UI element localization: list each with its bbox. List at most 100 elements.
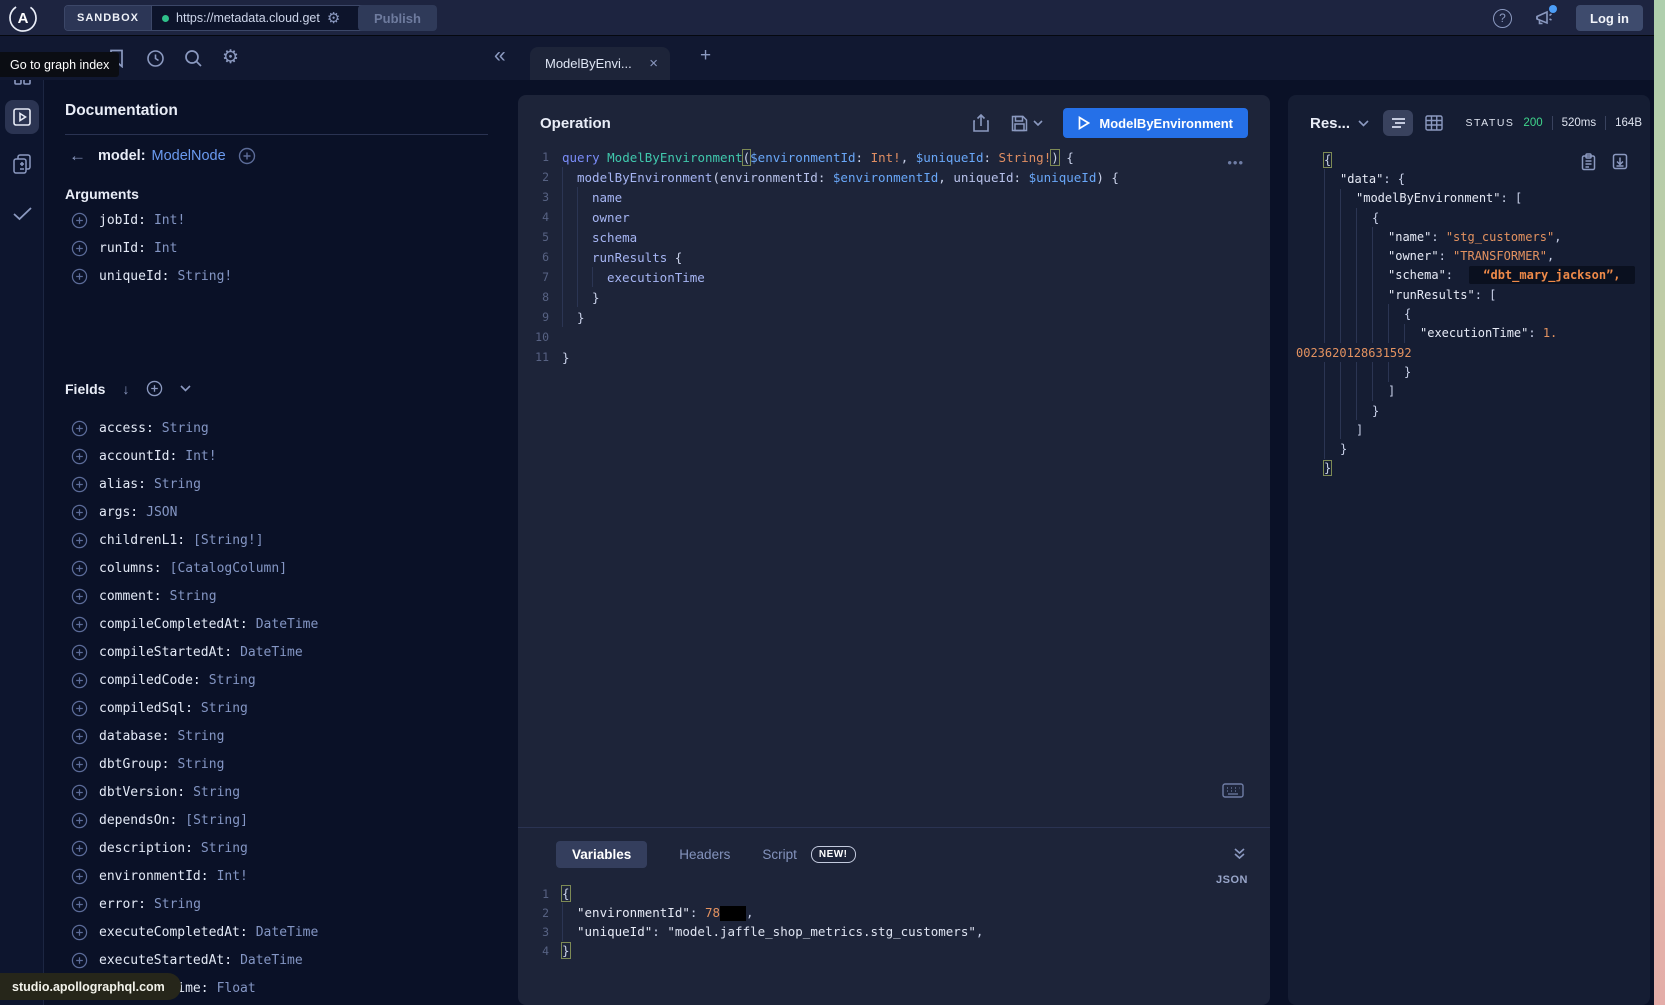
- field-type[interactable]: String: [162, 421, 209, 436]
- field-type[interactable]: JSON: [146, 505, 177, 520]
- field-row[interactable]: compiledSql:String: [45, 694, 505, 722]
- new-tab-icon[interactable]: +: [700, 45, 711, 67]
- field-type[interactable]: DateTime: [256, 617, 319, 632]
- argument-row[interactable]: uniqueId:String!: [45, 262, 505, 290]
- field-type[interactable]: String: [177, 757, 224, 772]
- field-type[interactable]: DateTime: [256, 925, 319, 940]
- add-field-icon[interactable]: [71, 212, 88, 229]
- field-type[interactable]: Int!: [154, 213, 185, 228]
- fields-options-chevron-icon[interactable]: [180, 385, 191, 392]
- field-row[interactable]: dependsOn:[String]: [45, 806, 505, 834]
- field-type[interactable]: Int: [154, 241, 177, 256]
- field-row[interactable]: compileCompletedAt:DateTime: [45, 610, 505, 638]
- tab-headers[interactable]: Headers: [679, 841, 730, 868]
- add-fields-icon[interactable]: [146, 380, 163, 397]
- field-row[interactable]: accountId:Int!: [45, 442, 505, 470]
- field-type[interactable]: String: [170, 589, 217, 604]
- add-field-icon[interactable]: [71, 896, 88, 913]
- tree-view-toggle-icon[interactable]: [1383, 110, 1413, 136]
- endpoint-url-value[interactable]: https://metadata.cloud.get: [176, 11, 320, 25]
- field-row[interactable]: database:String: [45, 722, 505, 750]
- save-operation-icon[interactable]: [1011, 115, 1028, 132]
- collapse-docs-panel-icon[interactable]: «: [494, 44, 506, 68]
- publish-button[interactable]: Publish: [358, 5, 437, 31]
- add-field-icon[interactable]: [71, 420, 88, 437]
- announcements-icon[interactable]: [1534, 9, 1554, 27]
- field-type[interactable]: String: [193, 785, 240, 800]
- table-view-toggle-icon[interactable]: [1425, 115, 1443, 131]
- apollo-logo[interactable]: A: [8, 3, 38, 33]
- operation-tab[interactable]: ModelByEnvi... ×: [530, 47, 670, 80]
- sidebar-item-checks[interactable]: [12, 206, 33, 221]
- add-field-icon[interactable]: [71, 700, 88, 717]
- sort-fields-icon[interactable]: ↓: [122, 381, 129, 397]
- back-arrow-icon[interactable]: ←: [69, 146, 86, 166]
- share-operation-icon[interactable]: [973, 114, 989, 133]
- save-options-chevron-icon[interactable]: [1033, 120, 1043, 126]
- add-field-icon[interactable]: [71, 560, 88, 577]
- add-field-icon[interactable]: [71, 952, 88, 969]
- add-field-icon[interactable]: [71, 476, 88, 493]
- collapse-variables-panel-icon[interactable]: [1233, 847, 1246, 860]
- add-field-icon[interactable]: [71, 672, 88, 689]
- field-type[interactable]: [CatalogColumn]: [170, 561, 287, 576]
- add-field-icon[interactable]: [71, 784, 88, 801]
- help-icon[interactable]: ?: [1493, 9, 1512, 28]
- tab-script[interactable]: Script: [762, 841, 797, 868]
- login-button[interactable]: Log in: [1576, 5, 1643, 31]
- field-row[interactable]: alias:String: [45, 470, 505, 498]
- argument-row[interactable]: runId:Int: [45, 234, 505, 262]
- field-type[interactable]: String: [201, 841, 248, 856]
- add-field-icon[interactable]: [71, 924, 88, 941]
- keyboard-shortcuts-icon[interactable]: [1222, 783, 1244, 798]
- add-field-icon[interactable]: [71, 616, 88, 633]
- field-row[interactable]: access:String: [45, 414, 505, 442]
- add-field-icon[interactable]: [71, 812, 88, 829]
- add-field-icon[interactable]: [71, 504, 88, 521]
- field-type[interactable]: String: [154, 897, 201, 912]
- field-type[interactable]: Int!: [185, 449, 216, 464]
- response-dropdown-chevron-icon[interactable]: [1358, 120, 1369, 127]
- add-all-fields-icon[interactable]: [238, 147, 256, 165]
- add-field-icon[interactable]: [71, 240, 88, 257]
- endpoint-url-input[interactable]: https://metadata.cloud.get ⚙: [152, 6, 374, 30]
- operation-more-menu-icon[interactable]: •••: [1227, 155, 1244, 170]
- field-row[interactable]: childrenL1:[String!]: [45, 526, 505, 554]
- field-row[interactable]: compileStartedAt:DateTime: [45, 638, 505, 666]
- field-row[interactable]: compiledCode:String: [45, 666, 505, 694]
- operation-editor[interactable]: 1query ModelByEnvironment($environmentId…: [518, 147, 1238, 367]
- field-type[interactable]: Float: [217, 981, 256, 996]
- field-type[interactable]: String: [154, 477, 201, 492]
- search-icon[interactable]: [184, 49, 203, 68]
- field-type[interactable]: DateTime: [240, 645, 303, 660]
- tab-variables[interactable]: Variables: [556, 841, 647, 868]
- field-row[interactable]: error:String: [45, 890, 505, 918]
- close-tab-icon[interactable]: ×: [649, 55, 658, 72]
- response-json-view[interactable]: {"data": {"modelByEnvironment": [{"name"…: [1288, 150, 1650, 478]
- field-type[interactable]: String!: [177, 269, 232, 284]
- field-row[interactable]: args:JSON: [45, 498, 505, 526]
- field-type[interactable]: String: [201, 701, 248, 716]
- sidebar-item-explorer[interactable]: [5, 100, 39, 134]
- field-type[interactable]: String: [209, 673, 256, 688]
- add-field-icon[interactable]: [71, 840, 88, 857]
- add-field-icon[interactable]: [71, 448, 88, 465]
- field-row[interactable]: description:String: [45, 834, 505, 862]
- field-type[interactable]: [String]: [185, 813, 248, 828]
- history-icon[interactable]: [146, 49, 165, 68]
- sidebar-item-schema-diff[interactable]: [12, 153, 33, 175]
- field-row[interactable]: comment:String: [45, 582, 505, 610]
- field-type[interactable]: Int!: [217, 869, 248, 884]
- add-field-icon[interactable]: [71, 588, 88, 605]
- run-operation-button[interactable]: ModelByEnvironment: [1063, 108, 1248, 138]
- field-type[interactable]: DateTime: [240, 953, 303, 968]
- add-field-icon[interactable]: [71, 756, 88, 773]
- field-row[interactable]: environmentId:Int!: [45, 862, 505, 890]
- add-field-icon[interactable]: [71, 868, 88, 885]
- variables-editor[interactable]: 1{2"environmentId": 78,3"uniqueId": "mod…: [518, 884, 1238, 960]
- add-field-icon[interactable]: [71, 268, 88, 285]
- add-field-icon[interactable]: [71, 728, 88, 745]
- breadcrumb-type-link[interactable]: ModelNode: [152, 148, 226, 164]
- field-row[interactable]: executeCompletedAt:DateTime: [45, 918, 505, 946]
- add-field-icon[interactable]: [71, 644, 88, 661]
